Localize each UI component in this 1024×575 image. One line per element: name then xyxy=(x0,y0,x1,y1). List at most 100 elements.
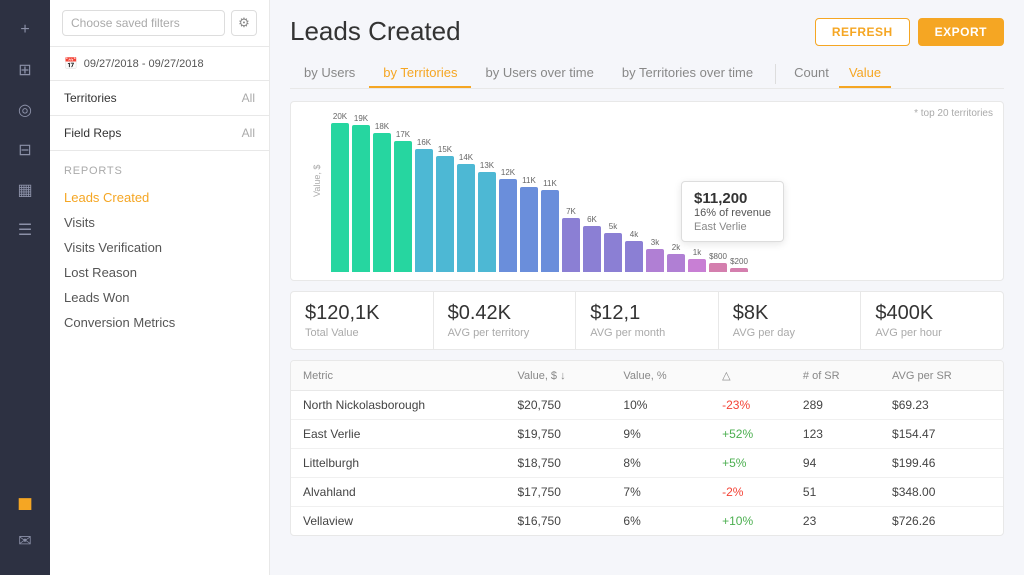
report-item-leads-created[interactable]: Leads Created xyxy=(64,185,255,210)
cell-sr: 23 xyxy=(791,507,880,536)
bar[interactable] xyxy=(478,172,496,272)
bar[interactable] xyxy=(541,190,559,272)
cell-sr: 94 xyxy=(791,449,880,478)
col-value-dollar[interactable]: Value, $ ↓ xyxy=(506,361,612,391)
add-icon[interactable]: + xyxy=(7,12,43,48)
filter-icon[interactable]: ⊟ xyxy=(7,132,43,168)
bar-wrapper[interactable]: 5k xyxy=(604,112,622,272)
bar-wrapper[interactable]: 2k xyxy=(667,112,685,272)
bar[interactable] xyxy=(583,226,601,272)
chart-icon[interactable]: ▅ xyxy=(7,483,43,519)
tab-by-territories-over-time[interactable]: by Territories over time xyxy=(608,59,767,88)
bar-wrapper[interactable]: 11K xyxy=(520,112,538,272)
bar[interactable] xyxy=(688,259,706,272)
cell-avg-sr: $348.00 xyxy=(880,478,1003,507)
bar-wrapper[interactable]: $800 xyxy=(709,112,727,272)
gear-icon[interactable]: ⚙ xyxy=(231,10,257,36)
bar-wrapper[interactable]: 6K xyxy=(583,112,601,272)
bar-wrapper[interactable]: 20K xyxy=(331,112,349,272)
bar-wrapper[interactable]: 14K xyxy=(457,112,475,272)
territories-filter: Territories All xyxy=(50,81,269,116)
bar[interactable] xyxy=(457,164,475,272)
cell-delta: +52% xyxy=(710,420,791,449)
cell-value-dollar: $17,750 xyxy=(506,478,612,507)
bar[interactable] xyxy=(604,233,622,272)
bar[interactable] xyxy=(499,179,517,272)
bar-label: 2k xyxy=(672,243,680,252)
bar[interactable] xyxy=(646,249,664,272)
bar-wrapper[interactable]: 3k xyxy=(646,112,664,272)
bar-wrapper[interactable]: 18K xyxy=(373,112,391,272)
refresh-button[interactable]: REFRESH xyxy=(815,18,910,46)
bar-wrapper[interactable]: 17K xyxy=(394,112,412,272)
bar-label: 6K xyxy=(587,215,597,224)
stats-row: $120,1K Total Value $0.42K AVG per terri… xyxy=(290,291,1004,350)
col-avg-sr[interactable]: AVG per SR xyxy=(880,361,1003,391)
bar[interactable] xyxy=(436,156,454,272)
col-delta[interactable]: △ xyxy=(710,361,791,391)
document-icon[interactable]: ☰ xyxy=(7,212,43,248)
bar-wrapper[interactable]: 19K xyxy=(352,112,370,272)
bar[interactable] xyxy=(352,125,370,272)
bar[interactable] xyxy=(562,218,580,272)
bar-wrapper[interactable]: 13K xyxy=(478,112,496,272)
table-row: North Nickolasborough$20,75010%-23%289$6… xyxy=(291,391,1003,420)
bar[interactable] xyxy=(331,123,349,272)
report-item-visits-verification[interactable]: Visits Verification xyxy=(64,235,255,260)
bar[interactable] xyxy=(520,187,538,272)
table-container: Metric Value, $ ↓ Value, % △ # of SR AVG… xyxy=(290,360,1004,536)
bar-wrapper[interactable]: $200 xyxy=(730,112,748,272)
bar-wrapper[interactable]: 11K xyxy=(541,112,559,272)
bar-wrapper[interactable]: 12K xyxy=(499,112,517,272)
cell-delta: +10% xyxy=(710,507,791,536)
calendar-icon[interactable]: ▦ xyxy=(7,172,43,208)
cell-sr: 123 xyxy=(791,420,880,449)
bar-wrapper[interactable]: 16K xyxy=(415,112,433,272)
bar-label: $200 xyxy=(730,257,748,266)
bar-label: 13K xyxy=(480,161,494,170)
col-value-pct[interactable]: Value, % xyxy=(611,361,710,391)
date-range-row: 📅 09/27/2018 - 09/27/2018 xyxy=(50,47,269,81)
tab-value[interactable]: Value xyxy=(839,59,891,88)
location-icon[interactable]: ◎ xyxy=(7,92,43,128)
cell-avg-sr: $199.46 xyxy=(880,449,1003,478)
bar-label: 4k xyxy=(630,230,638,239)
bar-wrapper[interactable]: 4k xyxy=(625,112,643,272)
bar-label: 18K xyxy=(375,122,389,131)
tab-count[interactable]: Count xyxy=(784,59,839,88)
table-row: Littelburgh$18,7508%+5%94$199.46 xyxy=(291,449,1003,478)
tab-by-users-over-time[interactable]: by Users over time xyxy=(471,59,607,88)
bar-wrapper[interactable]: 7K xyxy=(562,112,580,272)
cell-value-dollar: $19,750 xyxy=(506,420,612,449)
cell-avg-sr: $154.47 xyxy=(880,420,1003,449)
chat-icon[interactable]: ✉ xyxy=(7,523,43,559)
grid-icon[interactable]: ⊞ xyxy=(7,52,43,88)
cell-metric: Alvahland xyxy=(291,478,506,507)
bar[interactable] xyxy=(667,254,685,272)
cell-sr: 289 xyxy=(791,391,880,420)
bar[interactable] xyxy=(730,268,748,272)
cell-metric: Littelburgh xyxy=(291,449,506,478)
export-button[interactable]: EXPORT xyxy=(918,18,1004,46)
bar[interactable] xyxy=(415,149,433,272)
tab-by-territories[interactable]: by Territories xyxy=(369,59,471,88)
cell-sr: 51 xyxy=(791,478,880,507)
left-panel: Choose saved filters ⚙ 📅 09/27/2018 - 09… xyxy=(50,0,270,575)
bar[interactable] xyxy=(394,141,412,272)
bar-wrapper[interactable]: 1k xyxy=(688,112,706,272)
bar[interactable] xyxy=(373,133,391,272)
bar-wrapper[interactable]: 15K xyxy=(436,112,454,272)
bar-label: 16K xyxy=(417,138,431,147)
cell-value-pct: 6% xyxy=(611,507,710,536)
cell-value-dollar: $20,750 xyxy=(506,391,612,420)
bar-label: 11K xyxy=(543,179,557,188)
tab-by-users[interactable]: by Users xyxy=(290,59,369,88)
report-item-conversion-metrics[interactable]: Conversion Metrics xyxy=(64,310,255,335)
saved-filters-select[interactable]: Choose saved filters xyxy=(62,10,225,36)
col-sr[interactable]: # of SR xyxy=(791,361,880,391)
report-item-visits[interactable]: Visits xyxy=(64,210,255,235)
bar[interactable] xyxy=(709,263,727,272)
report-item-leads-won[interactable]: Leads Won xyxy=(64,285,255,310)
report-item-lost-reason[interactable]: Lost Reason xyxy=(64,260,255,285)
bar[interactable] xyxy=(625,241,643,272)
